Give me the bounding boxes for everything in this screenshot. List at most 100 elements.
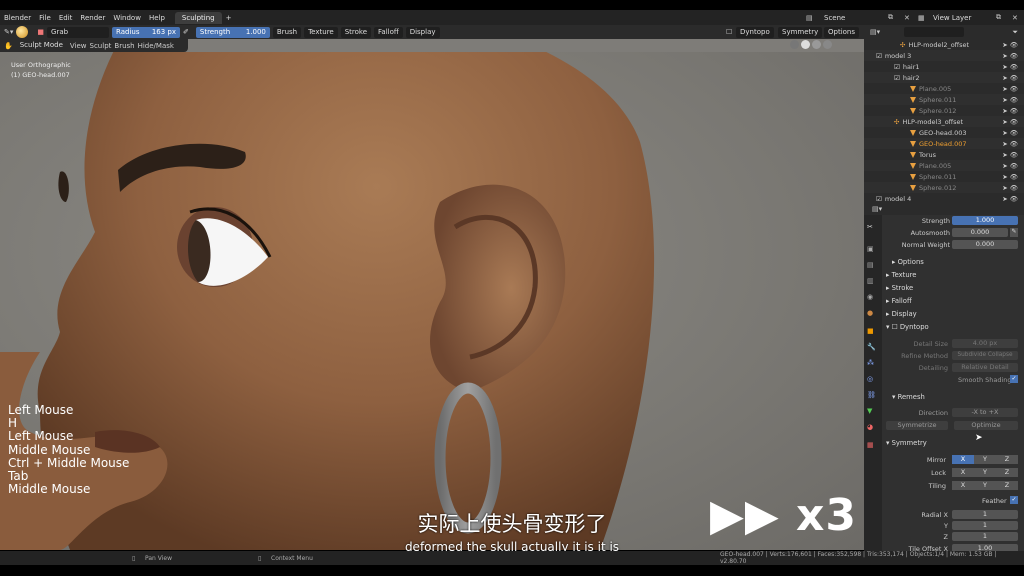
radial-y-field[interactable]: 1 — [952, 521, 1018, 530]
smooth-shading-checkbox[interactable]: ✓ — [1010, 375, 1018, 383]
modifier-tab-icon[interactable]: 🔧 — [867, 343, 876, 351]
visibility-icon[interactable]: ➤ 👁 — [1002, 184, 1018, 192]
visibility-icon[interactable]: ➤ 👁 — [1002, 195, 1018, 203]
new-view-layer-icon[interactable]: ⧉ — [996, 13, 1001, 22]
outliner-editor-icon[interactable]: ▤▾ — [870, 28, 880, 36]
solid-shading-icon[interactable] — [801, 40, 810, 49]
visibility-icon[interactable]: ➤ 👁 — [1002, 173, 1018, 181]
outliner-row[interactable]: ☑ hair2 ➤ 👁 — [864, 72, 1024, 83]
display-menu[interactable]: Display — [405, 26, 440, 38]
menu-help[interactable]: Help — [145, 14, 169, 22]
mirror-y-toggle[interactable]: Y — [974, 455, 996, 464]
tiling-z-toggle[interactable]: Z — [996, 481, 1018, 490]
pen-pressure-icon[interactable]: ✐ — [183, 28, 189, 36]
dyntopo-menu[interactable]: Dyntopo — [736, 27, 774, 38]
view-layer-name[interactable]: View Layer — [933, 14, 971, 22]
mirror-z-toggle[interactable]: Z — [996, 455, 1018, 464]
material-shading-icon[interactable] — [812, 40, 821, 49]
tool-icon[interactable]: ✎▾ — [4, 28, 13, 36]
brush-header-menu[interactable]: Brush — [114, 42, 134, 50]
tiling-x-toggle[interactable]: X — [952, 481, 974, 490]
material-tab-icon[interactable]: ◕ — [867, 423, 873, 431]
particles-tab-icon[interactable]: ⁂ — [867, 359, 874, 367]
texture-tab-icon[interactable]: ▦ — [867, 441, 874, 449]
physics-tab-icon[interactable]: ◎ — [867, 375, 873, 383]
3d-viewport[interactable]: User Orthographic (1) GEO-head.007 — [0, 52, 864, 550]
dyntopo-panel[interactable]: ▾ ☐ Dyntopo — [886, 323, 929, 331]
strength-slider[interactable]: Strength 1.000 — [195, 26, 270, 38]
wireframe-shading-icon[interactable] — [790, 40, 799, 49]
menu-blender[interactable]: Blender — [0, 14, 35, 22]
texture-panel[interactable]: ▸ Texture — [886, 271, 916, 279]
render-tab-icon[interactable]: ▣ — [867, 245, 874, 253]
options-menu[interactable]: Options — [824, 27, 860, 38]
outliner-row[interactable]: Torus ➤ 👁 — [864, 149, 1024, 160]
outliner-search-input[interactable] — [904, 27, 965, 37]
scene-name[interactable]: Scene — [824, 14, 845, 22]
object-tab-icon[interactable]: ■ — [867, 327, 874, 335]
menu-file[interactable]: File — [35, 14, 55, 22]
radial-z-field[interactable]: 1 — [952, 532, 1018, 541]
visibility-icon[interactable]: ➤ 👁 — [1002, 162, 1018, 170]
direction-dropdown[interactable]: -X to +X — [952, 408, 1018, 417]
outliner-row[interactable]: GEO-head.003 ➤ 👁 — [864, 127, 1024, 138]
properties-editor-icon[interactable]: ▤▾ — [872, 205, 882, 213]
visibility-icon[interactable]: ➤ 👁 — [1002, 129, 1018, 137]
normal-weight-field[interactable]: 0.000 — [952, 240, 1018, 249]
visibility-icon[interactable]: ➤ 👁 — [1002, 85, 1018, 93]
menu-render[interactable]: Render — [76, 14, 109, 22]
outliner-row[interactable]: Sphere.012 ➤ 👁 — [864, 182, 1024, 193]
outliner-row[interactable]: ✣ HLP-model3_offset ➤ 👁 — [864, 116, 1024, 127]
options-subpanel[interactable]: ▸ Options — [892, 258, 924, 266]
visibility-icon[interactable]: ➤ 👁 — [1002, 52, 1018, 60]
dyntopo-checkbox[interactable]: ☐ — [726, 28, 732, 36]
hide-mask-menu[interactable]: Hide/Mask — [138, 42, 174, 50]
visibility-icon[interactable]: ➤ 👁 — [1002, 140, 1018, 148]
world-tab-icon[interactable]: ● — [867, 309, 873, 317]
outliner-row[interactable]: ✣ HLP-model2_offset ➤ 👁 — [864, 39, 1024, 50]
constraints-tab-icon[interactable]: ⛓ — [867, 391, 876, 399]
tiling-y-toggle[interactable]: Y — [974, 481, 996, 490]
brush-preview-icon[interactable] — [16, 26, 29, 38]
stroke-panel[interactable]: ▸ Stroke — [886, 284, 913, 292]
new-scene-icon[interactable]: ⧉ — [888, 13, 893, 22]
symmetrize-button[interactable]: Symmetrize — [886, 421, 948, 430]
strength-prop-field[interactable]: 1.000 — [952, 216, 1018, 225]
optimize-button[interactable]: Optimize — [954, 421, 1018, 430]
radial-x-field[interactable]: 1 — [952, 510, 1018, 519]
detailing-dropdown[interactable]: Relative Detail — [952, 363, 1018, 372]
mode-selector[interactable]: Sculpt Mode — [16, 40, 67, 51]
falloff-menu[interactable]: Falloff — [374, 26, 403, 38]
feather-checkbox[interactable]: ✓ — [1010, 496, 1018, 504]
lock-z-toggle[interactable]: Z — [996, 468, 1018, 477]
outliner-row[interactable]: Plane.005 ➤ 👁 — [864, 83, 1024, 94]
filter-icon[interactable]: ⏷ — [1012, 28, 1018, 37]
mirror-x-toggle[interactable]: X — [952, 455, 974, 464]
outliner-row[interactable]: Sphere.012 ➤ 👁 — [864, 105, 1024, 116]
symmetry-panel[interactable]: ▾ Symmetry — [886, 439, 927, 447]
brush-name-field[interactable]: Grab — [47, 26, 110, 38]
outliner-row[interactable]: GEO-head.007 ➤ 👁 — [864, 138, 1024, 149]
symmetry-menu[interactable]: Symmetry — [778, 27, 823, 38]
tab-sculpting[interactable]: Sculpting — [174, 11, 222, 24]
lock-y-toggle[interactable]: Y — [974, 468, 996, 477]
falloff-panel[interactable]: ▸ Falloff — [886, 297, 912, 305]
visibility-icon[interactable]: ➤ 👁 — [1002, 107, 1018, 115]
outliner-row[interactable]: ☑ model 3 ➤ 👁 — [864, 50, 1024, 61]
visibility-icon[interactable]: ➤ 👁 — [1002, 41, 1018, 49]
refine-method-dropdown[interactable]: Subdivide Collapse — [952, 351, 1018, 360]
outliner-row[interactable]: Sphere.011 ➤ 👁 — [864, 94, 1024, 105]
menu-edit[interactable]: Edit — [55, 14, 77, 22]
visibility-icon[interactable]: ➤ 👁 — [1002, 63, 1018, 71]
tool-tab-icon[interactable]: ✂ — [867, 223, 873, 231]
data-tab-icon[interactable]: ▼ — [867, 407, 872, 415]
visibility-icon[interactable]: ➤ 👁 — [1002, 151, 1018, 159]
outliner-row[interactable]: Sphere.011 ➤ 👁 — [864, 171, 1024, 182]
menu-window[interactable]: Window — [109, 14, 145, 22]
brush-menu[interactable]: Brush — [272, 26, 302, 38]
visibility-icon[interactable]: ➤ 👁 — [1002, 74, 1018, 82]
visibility-icon[interactable]: ➤ 👁 — [1002, 118, 1018, 126]
remesh-subpanel[interactable]: ▾ Remesh — [892, 393, 925, 401]
stroke-menu[interactable]: Stroke — [340, 26, 372, 38]
add-workspace-button[interactable]: + — [222, 14, 236, 22]
